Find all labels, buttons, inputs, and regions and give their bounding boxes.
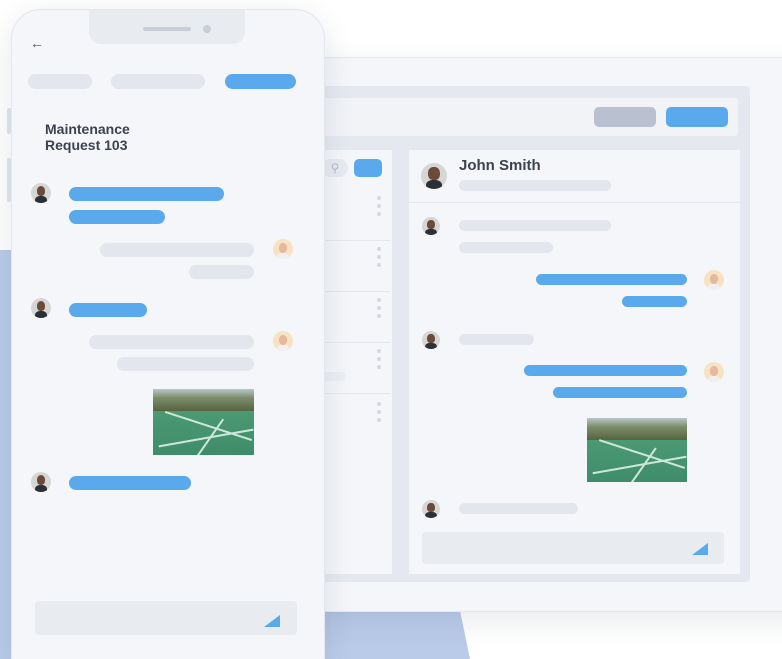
avatar (422, 331, 440, 349)
conversation-preview (322, 372, 346, 381)
message-bubble (69, 187, 224, 201)
avatar (704, 270, 724, 290)
avatar (273, 239, 293, 259)
tab[interactable] (28, 74, 92, 89)
avatar (31, 298, 51, 318)
phone-message-input[interactable] (35, 601, 297, 635)
message-bubble (622, 296, 687, 307)
search-icon[interactable]: ⚲ (322, 159, 348, 177)
message-bubble (536, 274, 687, 285)
speaker (143, 27, 191, 31)
conversation-item[interactable] (318, 190, 390, 241)
message-bubble (89, 335, 254, 349)
send-icon[interactable] (264, 610, 280, 627)
message-bubble (459, 220, 611, 231)
tennis-court-photo[interactable] (153, 389, 254, 455)
message-bubble (524, 365, 687, 376)
message-bubble (459, 242, 553, 253)
avatar (273, 331, 293, 351)
contact-name: John Smith (459, 157, 541, 174)
more-icon[interactable] (376, 402, 382, 426)
page-title: Maintenance Request 103 (45, 121, 130, 153)
tablet-message-input[interactable] (422, 532, 724, 564)
toolbar-secondary-button[interactable] (594, 107, 656, 127)
conversation-item[interactable] (318, 396, 390, 446)
message-bubble (69, 476, 191, 490)
avatar (31, 183, 51, 203)
camera (203, 25, 211, 33)
search-button[interactable] (354, 159, 382, 177)
message-bubble (553, 387, 687, 398)
app-illustration: ⚲ John Smith ← Maintenance Request 103 (0, 0, 782, 659)
conversation-item[interactable] (318, 292, 390, 343)
more-icon[interactable] (376, 298, 382, 322)
tab-active[interactable] (225, 74, 296, 89)
message-bubble (69, 210, 165, 224)
tennis-court-photo[interactable] (587, 418, 687, 482)
page-title-line1: Maintenance (45, 121, 130, 137)
message-bubble (189, 265, 254, 279)
conversation-item[interactable] (318, 241, 390, 292)
avatar (422, 500, 440, 518)
message-bubble (459, 503, 578, 514)
arrow-left-icon[interactable]: ← (30, 35, 44, 51)
contact-status (459, 180, 611, 191)
more-icon[interactable] (376, 247, 382, 271)
message-bubble (69, 303, 147, 317)
conversation-item[interactable] (318, 343, 390, 394)
send-icon[interactable] (692, 538, 708, 555)
contact-avatar (421, 163, 447, 189)
avatar (704, 362, 724, 382)
tab[interactable] (111, 74, 205, 89)
message-bubble (459, 334, 534, 345)
toolbar-primary-button[interactable] (666, 107, 728, 127)
avatar (31, 472, 51, 492)
more-icon[interactable] (376, 349, 382, 373)
more-icon[interactable] (376, 196, 382, 220)
avatar (422, 217, 440, 235)
message-bubble (100, 243, 254, 257)
message-bubble (117, 357, 254, 371)
page-title-line2: Request 103 (45, 137, 128, 153)
